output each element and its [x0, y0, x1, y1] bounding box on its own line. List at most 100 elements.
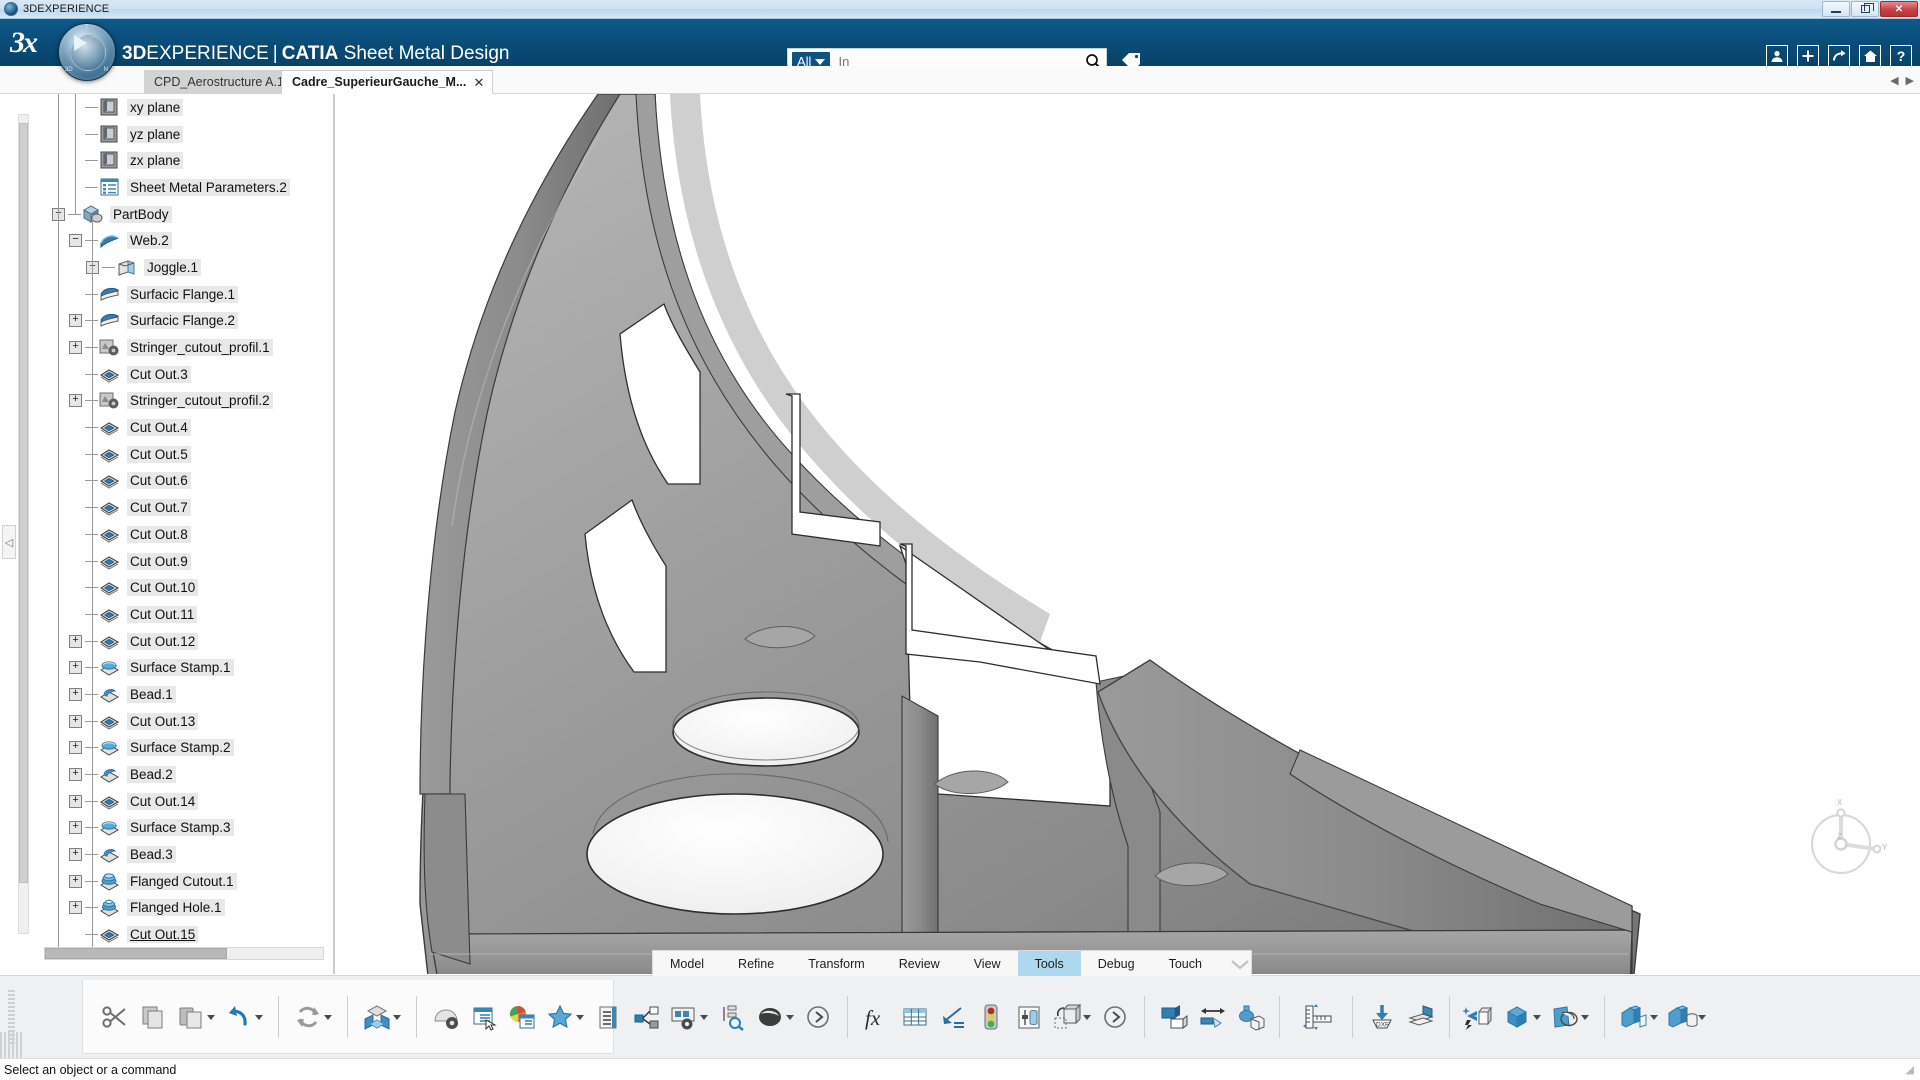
document-tab-inactive[interactable]: CPD_Aerostructure A.1 [144, 70, 294, 94]
favorites-star-icon[interactable] [541, 995, 579, 1039]
tree-item-label[interactable]: Flanged Cutout.1 [127, 873, 237, 890]
tree-item[interactable]: zx plane [52, 147, 335, 174]
tree-item[interactable]: + Surface Stamp.1 [52, 654, 335, 681]
section-tab-model[interactable]: Model [653, 951, 721, 976]
tree-item-label[interactable]: xy plane [127, 99, 183, 116]
stamping-tools-icon[interactable] [1615, 995, 1653, 1039]
close-tab-icon[interactable]: ✕ [473, 75, 484, 91]
section-tab-transform[interactable]: Transform [791, 951, 882, 976]
tree-item-label[interactable]: Cut Out.12 [127, 633, 198, 650]
update-refresh-icon[interactable] [289, 995, 327, 1039]
minimize-button[interactable] [1822, 1, 1850, 17]
traffic-light-icon[interactable] [972, 995, 1010, 1039]
section-tabs-chevron-icon[interactable] [1229, 951, 1251, 976]
solid-cube-icon[interactable] [1498, 995, 1536, 1039]
tree-search-icon[interactable] [713, 995, 751, 1039]
user-profile-icon[interactable] [1766, 45, 1788, 67]
tree-item[interactable]: Cut Out.4 [52, 414, 335, 441]
forming-database-icon[interactable] [1663, 995, 1701, 1039]
collapse-node-icon[interactable]: − [69, 234, 82, 247]
section-tab-tools[interactable]: Tools [1018, 951, 1081, 976]
tree-item-label[interactable]: Cut Out.13 [127, 713, 198, 730]
tree-item[interactable]: +Joggle.1 [52, 254, 335, 281]
home-icon[interactable] [1859, 45, 1881, 67]
section-tab-touch[interactable]: Touch [1152, 951, 1219, 976]
rotate-object-icon[interactable] [1048, 995, 1086, 1039]
tree-item[interactable]: + Cut Out.14 [52, 788, 335, 815]
tree-item-label[interactable]: Cut Out.15 [127, 926, 198, 943]
formula-fx-icon[interactable]: fx [858, 995, 896, 1039]
tree-item-label[interactable]: yz plane [127, 126, 183, 143]
tab-prev-icon[interactable]: ◀ [1890, 74, 1898, 87]
tree-item-label[interactable]: Cut Out.4 [127, 419, 191, 436]
tree-item-label[interactable]: Web.2 [127, 232, 172, 249]
share-icon[interactable] [1828, 45, 1850, 67]
tree-item-label[interactable]: Stringer_cutout_profil.2 [127, 392, 273, 409]
tree-item[interactable]: − Web.2 [52, 227, 335, 254]
measure-ruler-icon[interactable] [1290, 995, 1342, 1039]
expand-node-icon[interactable]: + [69, 848, 82, 861]
tree-item-label[interactable]: Bead.2 [127, 766, 176, 783]
tree-item-label[interactable]: Sheet Metal Parameters.2 [127, 179, 290, 196]
list-select-icon[interactable] [465, 995, 503, 1039]
tree-item-label[interactable]: Cut Out.9 [127, 553, 191, 570]
tree-item[interactable]: + Cut Out.13 [52, 708, 335, 735]
tree-item[interactable]: yz plane [52, 121, 335, 148]
tree-item-label[interactable]: Surfacic Flange.1 [127, 286, 238, 303]
tree-item[interactable]: +Flanged Cutout.1 [52, 868, 335, 895]
tree-item-label[interactable]: Cut Out.5 [127, 446, 191, 463]
tree-item[interactable]: Cut Out.15 [52, 921, 335, 948]
specification-tree-panel[interactable]: xy plane yz plane zx plane Sheet Metal Para… [0, 94, 335, 974]
more-chevron-icon-2[interactable] [1096, 995, 1134, 1039]
tree-item-label[interactable]: Cut Out.3 [127, 366, 191, 383]
tree-item-label[interactable]: Bead.3 [127, 846, 176, 863]
quick-flatten-icon[interactable] [1460, 995, 1498, 1039]
expand-node-icon[interactable]: + [69, 661, 82, 674]
tree-item-label[interactable]: Flanged Hole.1 [127, 899, 225, 916]
expand-node-icon[interactable]: + [69, 795, 82, 808]
tree-item[interactable]: −PartBody [52, 201, 335, 228]
dxf-export-icon[interactable]: DXF [1363, 995, 1401, 1039]
assembly-tools-icon[interactable] [1231, 995, 1269, 1039]
tree-item[interactable]: + Stringer_cutout_profil.1 [52, 334, 335, 361]
library-books-icon[interactable] [1401, 995, 1439, 1039]
restore-button[interactable] [1851, 1, 1879, 17]
cut-scissors-icon[interactable] [96, 995, 134, 1039]
constraint-icon[interactable] [934, 995, 972, 1039]
tree-item[interactable]: +Surfacic Flange.2 [52, 308, 335, 335]
expand-node-icon[interactable]: + [69, 341, 82, 354]
notes-icon[interactable] [589, 995, 627, 1039]
tree-item-label[interactable]: zx plane [127, 152, 183, 169]
tree-item[interactable]: +Bead.2 [52, 761, 335, 788]
tree-item[interactable]: + Bead.3 [52, 841, 335, 868]
tree-item-label[interactable]: Bead.1 [127, 686, 176, 703]
tree-item[interactable]: +Cut Out.12 [52, 628, 335, 655]
status-resize-grip[interactable]: ◢ [1906, 1063, 1914, 1076]
tree-item[interactable]: Sheet Metal Parameters.2 [52, 174, 335, 201]
tree-item-label[interactable]: Surface Stamp.3 [127, 819, 234, 836]
expand-node-icon[interactable]: + [69, 688, 82, 701]
tree-item-label[interactable]: Surface Stamp.1 [127, 659, 234, 676]
dassault-3ds-logo[interactable]: 3x [10, 25, 52, 61]
expand-node-icon[interactable]: + [69, 715, 82, 728]
tree-item[interactable]: Cut Out.5 [52, 441, 335, 468]
expand-node-icon[interactable]: + [69, 901, 82, 914]
tree-item[interactable]: +Surface Stamp.2 [52, 735, 335, 762]
add-icon[interactable] [1797, 45, 1819, 67]
tree-item-label[interactable]: Stringer_cutout_profil.1 [127, 339, 273, 356]
tree-item-label[interactable]: Cut Out.10 [127, 579, 198, 596]
tree-item[interactable]: + Bead.1 [52, 681, 335, 708]
tree-item[interactable]: Surfacic Flange.1 [52, 281, 335, 308]
tree-item-label[interactable]: Cut Out.14 [127, 793, 198, 810]
graphic-properties-icon[interactable] [503, 995, 541, 1039]
tree-item[interactable]: Cut Out.6 [52, 468, 335, 495]
tree-item-label[interactable]: PartBody [110, 206, 172, 223]
section-tab-refine[interactable]: Refine [721, 951, 791, 976]
surface-tools-icon[interactable] [1546, 995, 1584, 1039]
tree-item-label[interactable]: Cut Out.7 [127, 499, 191, 516]
section-tab-review[interactable]: Review [882, 951, 957, 976]
knowledge-panel-icon[interactable] [1010, 995, 1048, 1039]
tree-item[interactable]: Cut Out.3 [52, 361, 335, 388]
publication-icon[interactable] [627, 995, 665, 1039]
tree-item-label[interactable]: Cut Out.11 [127, 606, 197, 623]
